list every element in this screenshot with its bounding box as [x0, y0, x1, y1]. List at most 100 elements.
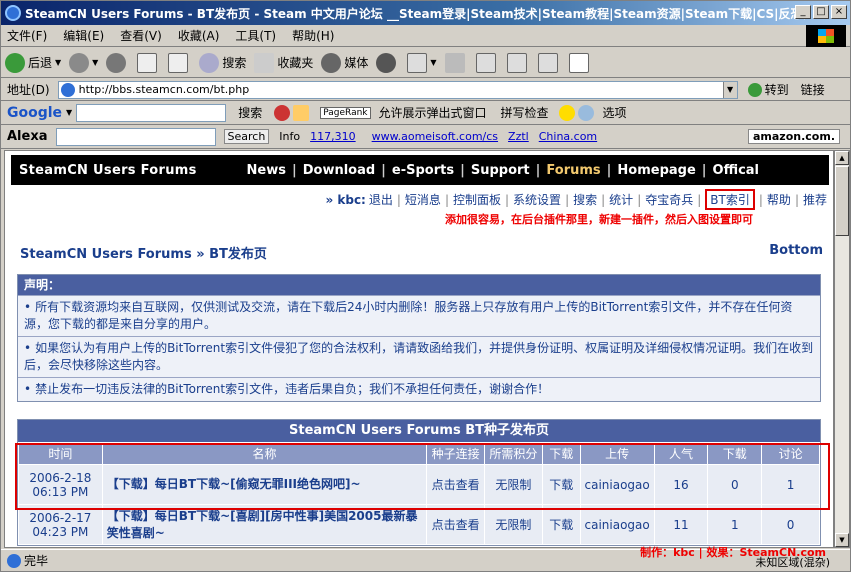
print-icon [444, 52, 465, 73]
row-downloads: 1 [707, 504, 763, 545]
site-brand[interactable]: SteamCN Users Forums [19, 163, 197, 178]
print-button[interactable] [444, 51, 468, 75]
page-content: SteamCN Users Forums News | Download | e-S… [4, 150, 834, 548]
refresh-button[interactable] [137, 51, 160, 75]
go-button[interactable]: 转到 [747, 81, 789, 98]
alexa-link-aomeisoft[interactable]: www.aomeisoft.com/cs [372, 130, 498, 143]
discuss-button[interactable] [506, 51, 530, 75]
google-toolbar: Google ▼ 搜索 PageRank 允许展示弹出式窗口 拼写检查 选项 [1, 101, 850, 125]
user-link-stats[interactable]: 统计 [609, 191, 633, 208]
smiley-icon[interactable] [558, 104, 575, 121]
table-row: 2006-2-17 04:23 PM 【下载】每日BT下载~[喜剧][房中性事]美… [18, 504, 820, 545]
sad-icon[interactable] [577, 104, 594, 121]
address-dropdown[interactable]: ▼ [722, 81, 737, 98]
nav-esports[interactable]: e-Sports [392, 163, 454, 178]
home-icon [168, 52, 189, 73]
user-link-logout[interactable]: 退出 [369, 191, 393, 208]
site-nav: News | Download | e-Sports | Support | Forum… [246, 162, 759, 178]
google-logo[interactable]: Google [7, 105, 62, 121]
stop-icon [106, 52, 127, 73]
alexa-rank-count[interactable]: 117,310 [310, 130, 356, 143]
google-search-input[interactable] [76, 103, 227, 122]
minimize-button[interactable]: _ [795, 5, 811, 19]
options-button[interactable]: 选项 [603, 104, 627, 121]
alexa-link-zztl[interactable]: Zztl [508, 130, 529, 143]
page-done-icon [7, 553, 21, 568]
menu-help[interactable]: 帮助(H) [292, 27, 334, 44]
user-link-settings[interactable]: 系统设置 [513, 191, 561, 208]
alexa-logo[interactable]: Alexa [7, 129, 48, 144]
bottom-link[interactable]: Bottom [769, 243, 823, 258]
nav-download[interactable]: Download [303, 163, 375, 178]
user-link-recommend[interactable]: 推荐 [803, 191, 827, 208]
menu-view[interactable]: 查看(V) [120, 27, 162, 44]
forward-button[interactable]: ▼ [69, 51, 98, 75]
stop-button[interactable] [106, 51, 129, 75]
disclaimer-header: 声明： [18, 275, 820, 295]
media-button[interactable]: 媒体 [321, 51, 368, 75]
annotation-note: 添加很容易，在后台插件那里，新建一插件，然后入图设置即可 [445, 213, 753, 226]
alexa-search-input[interactable] [55, 127, 216, 146]
scroll-up-arrow[interactable]: ▲ [835, 151, 849, 165]
messenger-button[interactable] [537, 51, 561, 75]
menu-file[interactable]: 文件(F) [7, 27, 47, 44]
page-icon [60, 82, 75, 97]
maximize-button[interactable]: □ [813, 5, 829, 19]
row-uploader[interactable]: cainiaogao [579, 504, 655, 545]
nav-homepage[interactable]: Homepage [617, 163, 695, 178]
refresh-icon [137, 52, 158, 73]
window-button[interactable] [568, 51, 592, 75]
row-time: 2006-2-17 04:23 PM [18, 504, 103, 545]
media-icon [321, 52, 342, 73]
profile-icon[interactable] [293, 104, 310, 121]
favorites-icon [254, 52, 275, 73]
scroll-down-arrow[interactable]: ▼ [835, 533, 849, 547]
menu-edit[interactable]: 编辑(E) [63, 27, 104, 44]
disclaimer-item: • 禁止发布一切违反法律的BitTorrent索引文件，违者后果自负；我们不承担任… [18, 377, 820, 401]
user-link-control-panel[interactable]: 控制面板 [453, 191, 501, 208]
discuss-icon [506, 52, 527, 73]
scroll-thumb[interactable] [835, 166, 849, 236]
menu-bar: 文件(F) 编辑(E) 查看(V) 收藏(A) 工具(T) 帮助(H) [1, 25, 850, 47]
google-search-button[interactable]: 搜索 [238, 104, 262, 121]
home-button[interactable] [168, 51, 191, 75]
row-name[interactable]: 【下载】每日BT下载~[喜剧][房中性事]美国2005最新暴笑性喜剧~ [101, 504, 428, 545]
breadcrumb[interactable]: SteamCN Users Forums » BT发布页 [20, 243, 267, 262]
vertical-scrollbar[interactable]: ▲ ▼ [834, 150, 850, 548]
nav-support[interactable]: Support [471, 163, 530, 178]
spellcheck-button[interactable]: 拼写检查 [501, 104, 549, 121]
row-view-link[interactable]: 点击查看 [426, 504, 486, 545]
menu-tools[interactable]: 工具(T) [235, 27, 276, 44]
user-link-treasure[interactable]: 夺宝奇兵 [645, 191, 693, 208]
row-download-link[interactable]: 下载 [541, 504, 581, 545]
popup-blocker-button[interactable]: 允许展示弹出式窗口 [379, 104, 487, 121]
news-icon[interactable] [274, 104, 291, 121]
back-button[interactable]: 后退 ▼ [5, 51, 61, 75]
disclaimer-item: • 所有下载资源均来自互联网，仅供测试及交流，请在下载后24小时内删除！服务器上只… [18, 295, 820, 336]
address-bar: 地址(D) http://bbs.steamcn.com/bt.php ▼ 转到… [1, 79, 850, 101]
user-link-help[interactable]: 帮助 [767, 191, 791, 208]
nav-offical[interactable]: Offical [713, 163, 759, 178]
go-arrow-icon [747, 82, 762, 97]
close-button[interactable]: × [831, 5, 847, 19]
nav-forums[interactable]: Forums [546, 163, 600, 178]
edit-button[interactable] [475, 51, 499, 75]
links-button[interactable]: 链接 [801, 81, 825, 98]
menu-favorites[interactable]: 收藏(A) [178, 27, 220, 44]
mail-button[interactable]: ▼ [407, 51, 437, 75]
favorites-button[interactable]: 收藏夹 [254, 51, 313, 75]
alexa-search-button[interactable]: Search [223, 129, 270, 144]
amazon-button[interactable]: amazon.com. [748, 129, 840, 144]
user-link-bt-index[interactable]: BT索引 [705, 189, 755, 210]
alexa-info-button[interactable]: Info [279, 130, 300, 143]
user-link-search[interactable]: 搜索 [573, 191, 597, 208]
user-link-messages[interactable]: 短消息 [405, 191, 441, 208]
user-links: » kbc: 退出 | 短消息 | 控制面板 | 系统设置 | 搜索 | 统计 | 夺宝奇兵… [325, 189, 827, 210]
highlight-box [15, 443, 830, 510]
alexa-link-china[interactable]: China.com [539, 130, 597, 143]
mail-icon [407, 52, 428, 73]
search-button[interactable]: 搜索 [199, 51, 246, 75]
nav-news[interactable]: News [247, 163, 286, 178]
history-button[interactable] [376, 51, 399, 75]
address-input[interactable]: http://bbs.steamcn.com/bt.php ▼ [57, 80, 738, 99]
